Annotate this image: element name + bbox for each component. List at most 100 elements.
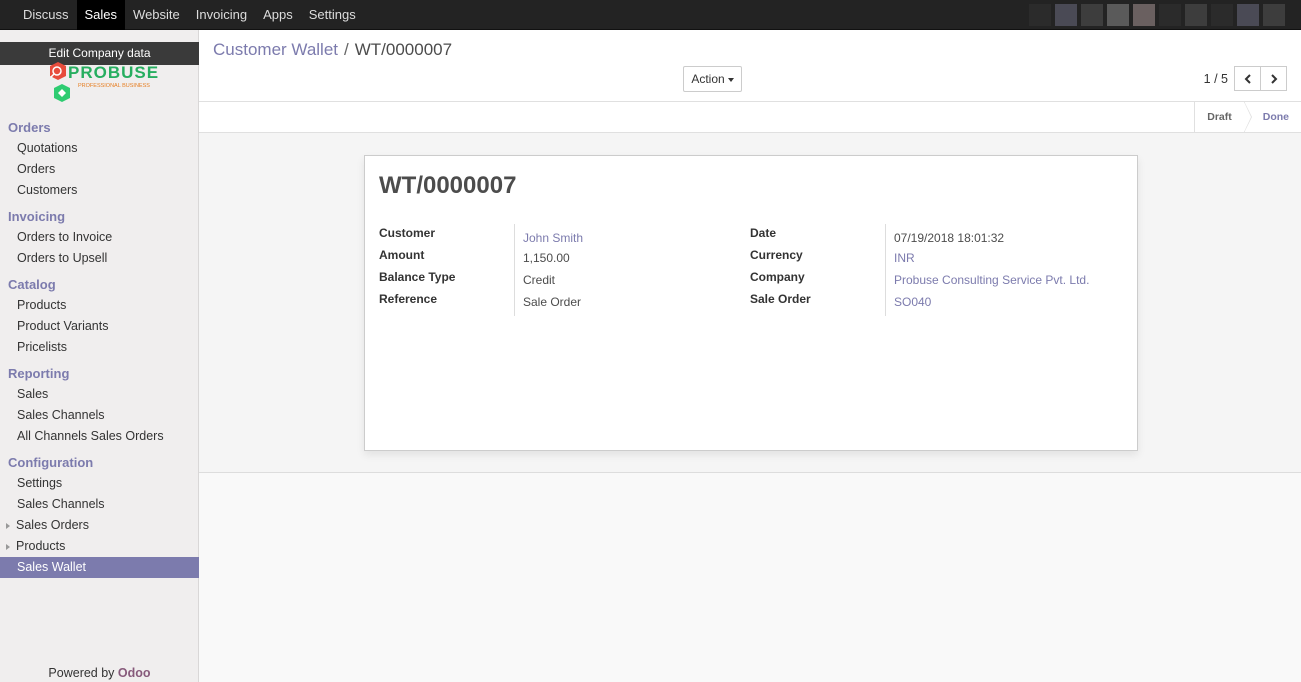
amount-value: 1,150.00 — [514, 246, 570, 268]
field-label: Sale Order — [750, 292, 811, 306]
menu-section-catalog: Catalog — [8, 277, 56, 292]
form-fields: Customer John Smith Amount 1,150.00 Bala… — [379, 224, 1124, 316]
menu-section-orders: Orders — [8, 120, 51, 135]
menu-item-label: Sales Orders — [16, 518, 89, 532]
obscured-block — [1185, 4, 1207, 26]
form-statusbar: Draft Done — [199, 101, 1301, 133]
action-label: Action — [691, 72, 725, 86]
menu-item-config-sales-channels[interactable]: Sales Channels — [0, 494, 199, 515]
menu-item-label: Products — [16, 539, 66, 553]
obscured-block — [1159, 4, 1181, 26]
logo-wordmark: PROBUSE — [68, 63, 159, 82]
field-label: Date — [750, 226, 777, 240]
menu-item-products[interactable]: Products — [0, 295, 199, 316]
field-label: Balance Type — [379, 270, 456, 284]
status-pipeline: Draft Done — [1194, 101, 1301, 133]
user-area-obscured[interactable] — [1029, 4, 1285, 26]
field-sale-order: Sale Order SO040 — [750, 290, 1121, 316]
obscured-block — [1081, 4, 1103, 26]
obscured-block — [1237, 4, 1259, 26]
app-menu: Discuss Sales Website Invoicing Apps Set… — [15, 0, 364, 30]
menu-item-quotations[interactable]: Quotations — [0, 138, 199, 159]
obscured-block — [1263, 4, 1285, 26]
field-label: Company — [750, 270, 805, 284]
menu-section-reporting: Reporting — [8, 366, 70, 381]
breadcrumb: Customer Wallet / WT/0000007 — [213, 40, 452, 60]
menu-item-config-products[interactable]: Products — [0, 536, 199, 557]
menu-item-report-sales-channels[interactable]: Sales Channels — [0, 405, 199, 426]
field-label: Currency — [750, 248, 803, 262]
obscured-block — [1211, 4, 1233, 26]
field-amount: Amount 1,150.00 — [379, 246, 750, 268]
status-done[interactable]: Done — [1243, 102, 1301, 133]
breadcrumb-current: WT/0000007 — [354, 40, 453, 59]
sidebar-menu: Orders Quotations Orders Customers Invoi… — [0, 117, 199, 578]
fields-left-column: Customer John Smith Amount 1,150.00 Bala… — [379, 224, 750, 316]
balance-type-value: Credit — [514, 268, 555, 290]
currency-link[interactable]: INR — [885, 246, 915, 268]
menu-item-sales-wallet[interactable]: Sales Wallet — [0, 557, 199, 578]
menu-item-orders[interactable]: Orders — [0, 159, 199, 180]
field-label: Reference — [379, 292, 438, 306]
chevron-right-icon — [1270, 73, 1277, 84]
menu-item-all-channels-sales-orders[interactable]: All Channels Sales Orders — [0, 426, 199, 447]
pager-value[interactable]: 1 / 5 — [1204, 72, 1228, 86]
field-company: Company Probuse Consulting Service Pvt. … — [750, 268, 1121, 290]
field-label: Customer — [379, 226, 436, 240]
sidebar: Edit Company data PROBUSE PROFESSIONAL B… — [0, 30, 199, 682]
menu-section-invoicing: Invoicing — [8, 209, 66, 224]
menu-item-config-settings[interactable]: Settings — [0, 473, 199, 494]
breadcrumb-separator: / — [344, 40, 349, 59]
form-sheet: WT/0000007 Customer John Smith Amount 1,… — [364, 155, 1138, 451]
breadcrumb-parent[interactable]: Customer Wallet — [213, 40, 338, 60]
pager-previous-button[interactable] — [1234, 66, 1261, 91]
nav-invoicing[interactable]: Invoicing — [188, 0, 255, 30]
obscured-block — [1029, 4, 1051, 26]
menu-item-pricelists[interactable]: Pricelists — [0, 337, 199, 358]
obscured-block — [1107, 4, 1129, 26]
chevron-left-icon — [1244, 73, 1251, 84]
nav-apps[interactable]: Apps — [255, 0, 301, 30]
field-customer: Customer John Smith — [379, 224, 750, 246]
menu-item-config-sales-orders[interactable]: Sales Orders — [0, 515, 199, 536]
powered-by-text: Powered by — [48, 666, 115, 680]
menu-item-product-variants[interactable]: Product Variants — [0, 316, 199, 337]
status-draft[interactable]: Draft — [1194, 101, 1252, 133]
obscured-block — [1055, 4, 1077, 26]
date-value: 07/19/2018 18:01:32 — [885, 224, 1004, 246]
caret-down-icon — [727, 77, 734, 82]
field-label: Amount — [379, 248, 425, 262]
menu-item-report-sales[interactable]: Sales — [0, 384, 199, 405]
nav-discuss[interactable]: Discuss — [15, 0, 77, 30]
pager-next-button[interactable] — [1260, 66, 1287, 91]
nav-settings[interactable]: Settings — [301, 0, 364, 30]
sale-order-link[interactable]: SO040 — [885, 290, 931, 316]
nav-sales[interactable]: Sales — [76, 0, 126, 30]
field-reference: Reference Sale Order — [379, 290, 750, 316]
menu-item-orders-to-upsell[interactable]: Orders to Upsell — [0, 248, 199, 269]
reference-value: Sale Order — [514, 290, 581, 316]
field-currency: Currency INR — [750, 246, 1121, 268]
field-date: Date 07/19/2018 18:01:32 — [750, 224, 1121, 246]
form-sheet-background: WT/0000007 Customer John Smith Amount 1,… — [199, 133, 1301, 473]
customer-link[interactable]: John Smith — [514, 224, 583, 246]
powered-by-footer: Powered by Odoo — [0, 666, 199, 680]
main-content: Customer Wallet / WT/0000007 Action 1 / … — [199, 30, 1301, 682]
obscured-block — [1133, 4, 1155, 26]
fields-right-column: Date 07/19/2018 18:01:32 Currency INR Co… — [750, 224, 1121, 316]
top-navbar: Discuss Sales Website Invoicing Apps Set… — [0, 0, 1301, 30]
menu-section-configuration: Configuration — [8, 455, 94, 470]
record-title: WT/0000007 — [379, 172, 517, 199]
company-logo: PROBUSE PROFESSIONAL BUSINESS — [40, 60, 165, 110]
company-link[interactable]: Probuse Consulting Service Pvt. Ltd. — [885, 268, 1089, 290]
action-button[interactable]: Action — [683, 66, 742, 92]
menu-item-customers[interactable]: Customers — [0, 180, 199, 201]
expand-caret-icon — [6, 523, 10, 529]
field-balance-type: Balance Type Credit — [379, 268, 750, 290]
nav-website[interactable]: Website — [125, 0, 188, 30]
control-panel: Customer Wallet / WT/0000007 Action 1 / … — [199, 30, 1301, 102]
pager: 1 / 5 — [1204, 66, 1287, 91]
menu-item-orders-to-invoice[interactable]: Orders to Invoice — [0, 227, 199, 248]
odoo-link[interactable]: Odoo — [118, 666, 151, 680]
logo-tagline: PROFESSIONAL BUSINESS — [78, 83, 150, 89]
